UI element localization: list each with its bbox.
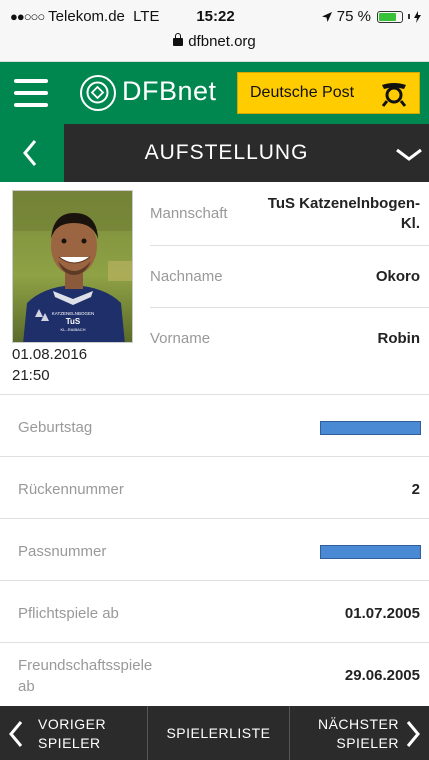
chevron-down-icon[interactable] — [395, 148, 423, 162]
next-label-line2: SPIELER — [336, 735, 399, 751]
title-bar: AUFSTELLUNG — [0, 124, 429, 182]
chevron-right-icon — [406, 721, 420, 747]
url-text: dfbnet.org — [188, 33, 256, 50]
player-profile: KATZENELNBOGEN TuS KL.-RAIBACH 01.08.201… — [0, 182, 429, 394]
photo-timestamp: 01.08.2016 21:50 — [12, 344, 142, 386]
field-value: 29.06.2005 — [344, 667, 420, 684]
address-bar[interactable]: dfbnet.org — [0, 33, 429, 50]
prev-label-line2: SPIELER — [38, 735, 101, 751]
field-label: Vorname — [150, 330, 211, 347]
lock-icon — [173, 33, 184, 46]
player-list-button[interactable]: SPIELERLISTE — [148, 706, 290, 760]
field-label: Passnummer — [18, 543, 107, 560]
field-label: Freundschaftsspiele ab — [18, 655, 152, 697]
field-label: Pflichtspiele ab — [18, 605, 119, 622]
shirt-text: KATZENELNBOGEN — [52, 311, 94, 316]
field-value: Okoro — [375, 268, 420, 285]
field-label: Mannschaft — [150, 205, 228, 222]
charging-bolt-icon — [414, 10, 421, 23]
bottom-navigation: VORIGER SPIELER SPIELERLISTE NÄCHSTER SP… — [0, 706, 429, 760]
menu-hamburger-icon[interactable] — [14, 79, 48, 107]
post-horn-icon — [381, 83, 407, 107]
next-label-line1: NÄCHSTER — [317, 716, 399, 732]
field-value: 2 — [411, 481, 420, 498]
page-title: AUFSTELLUNG — [144, 141, 309, 164]
field-mannschaft: Mannschaft TuS Katzenelnbogen- Kl. — [150, 182, 429, 246]
player-photo: KATZENELNBOGEN TuS KL.-RAIBACH — [12, 190, 133, 343]
field-geburtstag: Geburtstag — [0, 394, 429, 456]
redacted-value — [320, 421, 421, 435]
chevron-left-icon — [9, 721, 23, 747]
sponsor-text: Deutsche Post — [250, 84, 355, 101]
field-pflichtspiele: Pflichtspiele ab 01.07.2005 — [0, 580, 429, 642]
field-vorname: Vorname Robin — [150, 308, 429, 394]
field-freundschaftsspiele: Freundschaftsspiele ab 29.06.2005 — [0, 642, 429, 706]
team-name-line1: TuS Katzenelnbogen- — [267, 195, 420, 212]
dfbnet-logo-text[interactable]: DFBnet — [122, 76, 217, 107]
label-line1: Freundschaftsspiele — [18, 657, 153, 674]
field-value: TuS Katzenelnbogen- Kl. — [268, 194, 420, 234]
photo-time: 21:50 — [12, 367, 50, 384]
redacted-value — [320, 545, 421, 559]
field-label: Rückennummer — [18, 481, 124, 498]
previous-player-button[interactable]: VORIGER SPIELER — [0, 706, 148, 760]
shirt-club-text: TuS — [66, 317, 81, 326]
field-rueckennummer: Rückennummer 2 — [0, 456, 429, 518]
battery-percent: 75 % — [336, 8, 371, 25]
app-header: DFBnet Deutsche Post — [0, 62, 429, 124]
field-value: 01.07.2005 — [344, 605, 420, 622]
team-name-line2: Kl. — [400, 215, 420, 232]
battery-icon — [377, 10, 403, 23]
chevron-left-icon — [23, 140, 37, 166]
dfb-logo-icon — [80, 75, 116, 111]
field-nachname: Nachname Okoro — [150, 246, 429, 308]
field-value: Robin — [377, 330, 421, 347]
prev-label-line1: VORIGER — [38, 716, 107, 732]
deutsche-post-banner[interactable]: Deutsche Post — [237, 72, 420, 114]
field-label: Geburtstag — [18, 419, 93, 436]
label-line2: ab — [18, 678, 35, 695]
photo-date: 01.08.2016 — [12, 346, 88, 363]
field-label: Nachname — [150, 268, 223, 285]
shirt-subtext: KL.-RAIBACH — [60, 327, 85, 332]
location-arrow-icon — [321, 11, 332, 22]
next-player-button[interactable]: NÄCHSTER SPIELER — [290, 706, 429, 760]
ios-status-bar: ●●○○○ Telekom.de LTE 15:22 75 % dfbnet.o… — [0, 0, 429, 62]
player-list-label: SPIELERLISTE — [166, 725, 271, 741]
back-button[interactable] — [0, 124, 64, 182]
field-passnummer: Passnummer — [0, 518, 429, 580]
